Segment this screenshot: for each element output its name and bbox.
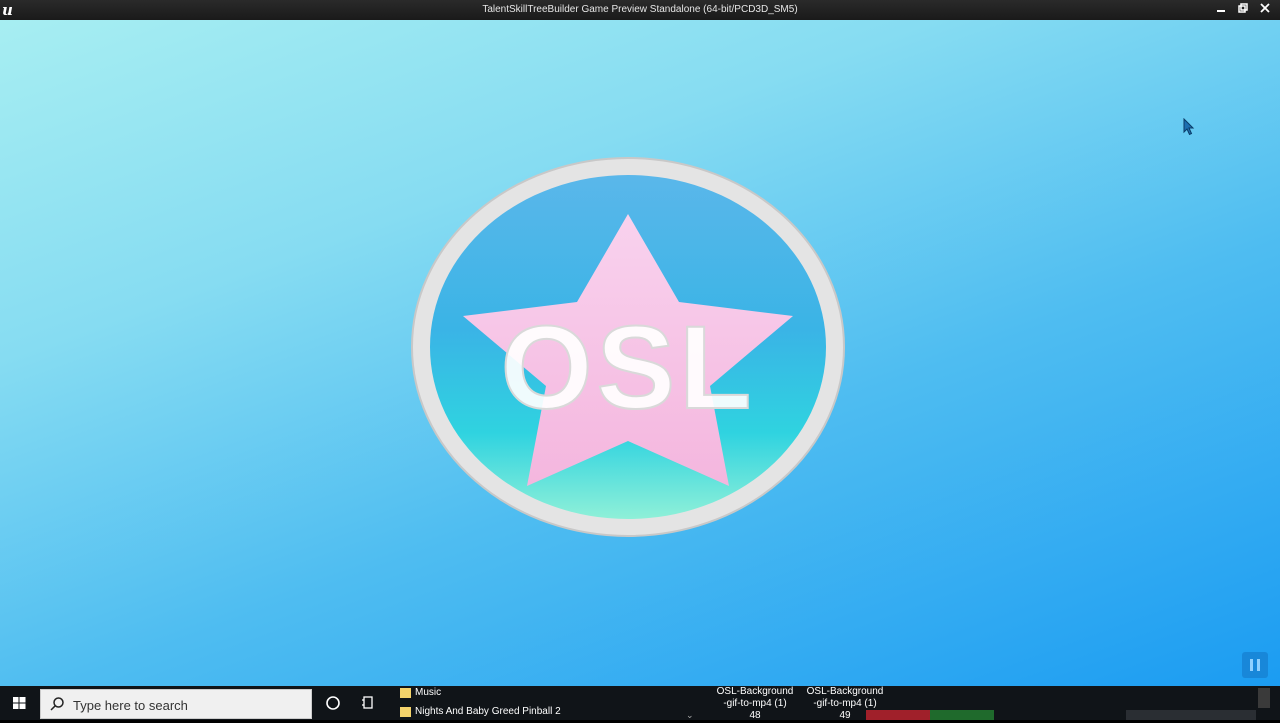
pause-button[interactable]	[1242, 652, 1268, 678]
mouse-cursor-icon	[1183, 118, 1195, 136]
windows-taskbar: Music Nights And Baby Greed Pinball 2 ⌄ …	[0, 684, 1280, 721]
minimize-button[interactable]	[1212, 2, 1230, 18]
windows-logo-icon	[13, 697, 26, 709]
task-app-line: -gif-to-mp4 (1)	[723, 698, 787, 709]
pause-icon-bar	[1257, 659, 1260, 671]
osl-emblem: OSL	[411, 157, 845, 537]
window-controls	[1212, 0, 1274, 20]
window-title: TalentSkillTreeBuilder Game Preview Stan…	[482, 4, 798, 15]
task-app-line: OSL-Background	[806, 686, 884, 697]
taskbar-search[interactable]	[40, 689, 312, 719]
restore-button[interactable]	[1234, 2, 1252, 18]
task-view-button[interactable]	[360, 692, 378, 714]
game-viewport[interactable]: OSL	[0, 20, 1280, 686]
minimize-icon	[1217, 10, 1225, 12]
cortana-button[interactable]	[322, 692, 344, 714]
jump-list-label: Music	[415, 687, 442, 698]
folder-icon	[400, 707, 411, 717]
restore-icon	[1238, 3, 1248, 13]
pause-icon	[1250, 659, 1253, 671]
task-app-line: OSL-Background	[716, 686, 794, 697]
folder-icon	[400, 688, 411, 698]
search-input[interactable]	[71, 695, 305, 715]
task-app-line: -gif-to-mp4 (1)	[813, 698, 877, 709]
close-icon	[1260, 3, 1270, 13]
taskbar-app-indicator-green[interactable]	[930, 710, 994, 720]
jump-list-label: Nights And Baby Greed Pinball 2	[415, 706, 561, 717]
show-desktop-button[interactable]	[1258, 688, 1270, 708]
close-button[interactable]	[1256, 2, 1274, 18]
jump-list-item-nights-pinball[interactable]: Nights And Baby Greed Pinball 2	[398, 703, 705, 721]
start-button[interactable]	[0, 686, 38, 720]
system-tray[interactable]	[1126, 710, 1256, 720]
chevron-down-icon[interactable]: ⌄	[686, 710, 694, 721]
search-icon	[50, 697, 64, 711]
task-view-icon	[362, 696, 373, 709]
jump-list-item-music[interactable]: Music	[398, 684, 705, 702]
task-app-line: 48	[749, 710, 761, 721]
cortana-icon	[326, 696, 340, 710]
window-titlebar[interactable]: u TalentSkillTreeBuilder Game Preview St…	[0, 0, 1280, 20]
taskbar-app-osl-background-48[interactable]: OSL-Background -gif-to-mp4 (1) 48	[712, 686, 798, 721]
taskbar-app-indicator-red[interactable]	[866, 710, 930, 720]
emblem-text: OSL	[501, 302, 756, 434]
